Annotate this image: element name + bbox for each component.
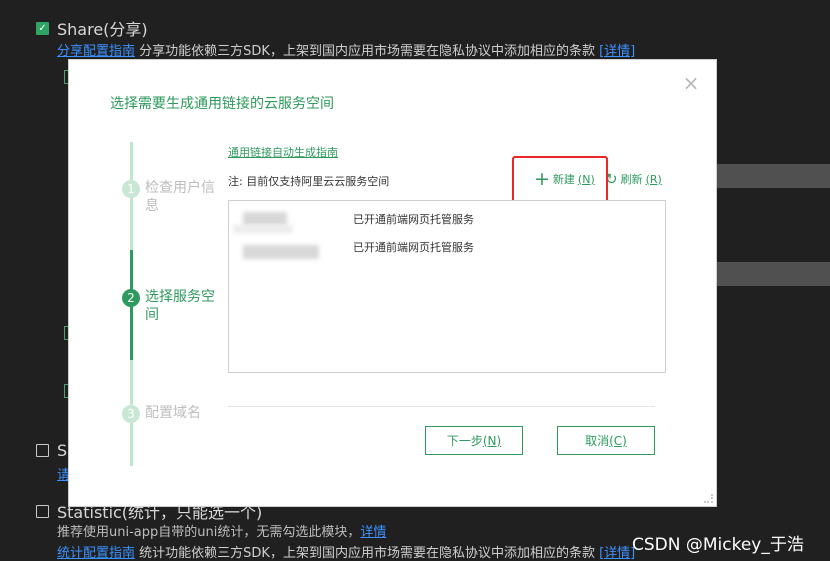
share-module-row: ✓ Share(分享) [36,16,148,40]
space-list-item[interactable]: 已开通前端网页托管服务 [229,237,665,259]
step-check-user-info: 1 检查用户信息 [122,179,225,215]
step-label-3: 配置域名 [145,405,201,421]
s-module-checkbox[interactable] [36,444,49,457]
step-number-1: 1 [122,180,140,198]
space-status: 已开通前端网页托管服务 [353,213,474,226]
share-checkbox[interactable]: ✓ [36,21,49,35]
cancel-label: 取消 [585,434,610,448]
s-module-title: S [57,441,68,460]
step-label-2: 选择服务空间 [145,289,215,323]
space-status: 已开通前端网页托管服务 [353,241,474,254]
cancel-button[interactable]: 取消 (C) [557,426,655,455]
watermark: CSDN @Mickey_于浩 [632,535,804,555]
share-desc: 分享功能依赖三方SDK，上架到国内应用市场需要在隐私协议中添加相应的条款 [139,44,595,59]
statistic-desc: 统计功能依赖三方SDK，上架到国内应用市场需要在隐私协议中添加相应的条款 [139,546,595,561]
dialog-title: 选择需要生成通用链接的云服务空间 [110,96,334,112]
cancel-shortcut: (C) [609,433,627,448]
statistic-note: 推荐使用uni-app自带的uni统计，无需勾选此模块， [57,525,361,540]
step-select-space: 2 选择服务空间 [122,288,225,324]
statistic-guide-link[interactable]: 统计配置指南 [57,546,135,561]
close-icon[interactable]: × [682,73,700,93]
refresh-button[interactable]: ↻ 刷新 (R) [605,171,662,187]
statistic-detail-link[interactable]: 详情 [360,525,386,540]
statistic-sub-row: 统计配置指南 统计功能依赖三方SDK，上架到国内应用市场需要在隐私协议中添加相应… [57,542,635,561]
next-step-button[interactable]: 下一步 (N) [425,426,523,455]
step-number-3: 3 [122,405,140,423]
step-number-2: 2 [122,289,140,307]
next-label: 下一步 [446,434,483,448]
background-input-bar[interactable] [717,164,830,188]
share-title: Share(分享) [57,20,148,39]
refresh-shortcut: (R) [645,172,662,186]
statistic-detail-link-2[interactable]: [详情] [599,546,635,561]
aliyun-only-note: 注: 目前仅支持阿里云云服务空间 [228,175,390,188]
cloud-space-dialog: 选择需要生成通用链接的云服务空间 × 1 检查用户信息 2 选择服务空间 3 配… [68,59,717,507]
redacted-space-name [243,245,319,259]
resize-grip-icon[interactable] [704,494,713,503]
share-guide-link[interactable]: 分享配置指南 [57,44,135,59]
share-sub-row: 分享配置指南 分享功能依赖三方SDK，上架到国内应用市场需要在隐私协议中添加相应… [57,40,635,59]
space-list-item[interactable]: 已开通前端网页托管服务 [229,209,665,233]
statistic-note-row: 推荐使用uni-app自带的uni统计，无需勾选此模块，详情 [57,521,386,540]
redacted-space-name [243,212,287,226]
redacted-space-name-2 [233,225,293,233]
step-configure-domain: 3 配置域名 [122,404,225,423]
next-shortcut: (N) [482,433,502,448]
statistic-checkbox[interactable] [36,504,49,518]
refresh-label: 刷新 [620,173,643,186]
background-input-bar-2[interactable] [717,262,830,286]
universal-link-guide-link[interactable]: 通用链接自动生成指南 [228,144,338,160]
share-detail-link[interactable]: [详情] [599,44,635,59]
s-module-row: S [36,441,67,460]
space-list[interactable]: 已开通前端网页托管服务 已开通前端网页托管服务 [228,200,666,373]
step-label-1: 检查用户信息 [145,180,215,214]
footer-divider [228,406,655,407]
